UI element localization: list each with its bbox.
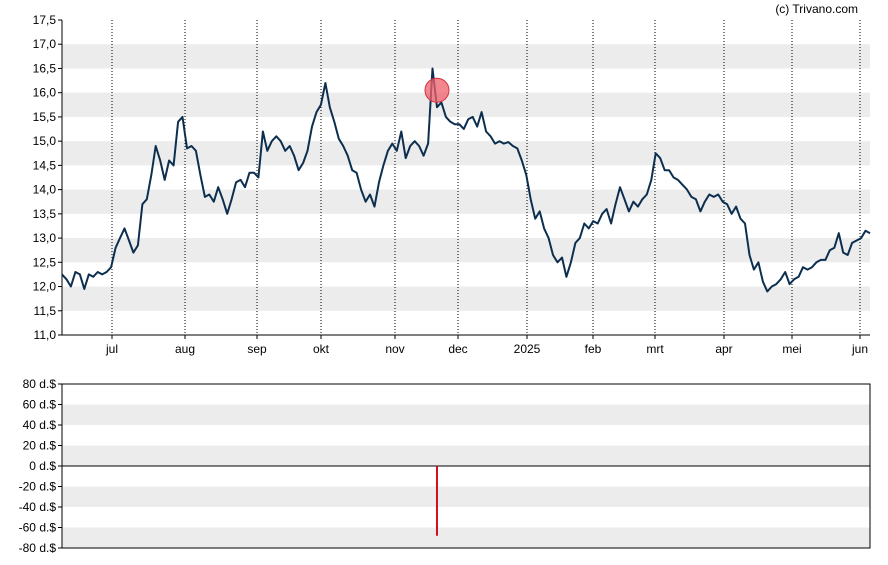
y-tick-label: 80 d.$ (23, 377, 57, 391)
y-tick-label: -20 d.$ (19, 480, 57, 494)
y-tick-label: 16,5 (33, 61, 57, 75)
grid-band (62, 527, 870, 548)
y-tick-label: 0 d.$ (29, 459, 56, 473)
y-tick-label: 14,5 (33, 158, 57, 172)
x-tick-label: jun (851, 342, 868, 356)
y-tick-label: 13,5 (33, 207, 57, 221)
grid-band (62, 189, 870, 214)
x-tick-label: mei (782, 342, 801, 356)
x-tick-label: sep (247, 342, 267, 356)
y-tick-label: 11,0 (34, 328, 57, 342)
y-tick-label: -60 d.$ (19, 521, 57, 535)
y-tick-label: 12,0 (33, 280, 57, 294)
grid-band (62, 44, 870, 69)
grid-band (62, 445, 870, 466)
y-tick-label: 14,0 (33, 183, 57, 197)
y-tick-label: 40 d.$ (23, 418, 57, 432)
x-tick-label: mrt (646, 342, 664, 356)
dividend-marker (424, 77, 450, 103)
y-tick-label: 60 d.$ (23, 398, 57, 412)
grid-band (62, 404, 870, 425)
x-tick-label: apr (715, 342, 732, 356)
x-tick-label: dec (448, 342, 467, 356)
x-tick-label: nov (385, 342, 404, 356)
price-chart-panel: 11,0 11,5 12,0 12,5 13,0 13,5 14,0 14,5 15,0 15,5… (33, 13, 871, 356)
x-tick-label: feb (585, 342, 602, 356)
x-tick-label: 2025 (514, 342, 541, 356)
y-tick-label: 12,5 (33, 255, 57, 269)
y-tick-label: 13,0 (33, 231, 57, 245)
dividend-chart-panel: 80 d.$ 60 d.$ 40 d.$ 20 d.$ 0 d.$ -20 d.$ -40 … (19, 377, 871, 555)
y-tick-label: 17,0 (33, 37, 57, 51)
x-tick-label: aug (175, 342, 195, 356)
chart-canvas: (c) Trivano.com 11,0 11,5 12,0 12,5 13,0 13,5… (19, 2, 871, 555)
credit-label: (c) Trivano.com (775, 2, 858, 16)
y-tick-label: 15,5 (33, 110, 57, 124)
grid-band (62, 92, 870, 117)
y-tick-label: -80 d.$ (19, 541, 57, 555)
x-tick-label: jul (105, 342, 118, 356)
grid-band (62, 141, 870, 166)
y-tick-label: 17,5 (33, 13, 57, 27)
y-tick-label: 16,0 (33, 86, 57, 100)
y-tick-label: 15,0 (33, 134, 57, 148)
y-tick-label: 20 d.$ (23, 439, 57, 453)
grid-band (62, 486, 870, 507)
y-tick-label: -40 d.$ (19, 500, 57, 514)
grid-band (62, 286, 870, 311)
x-tick-label: okt (313, 342, 330, 356)
y-tick-label: 11,5 (34, 304, 57, 318)
